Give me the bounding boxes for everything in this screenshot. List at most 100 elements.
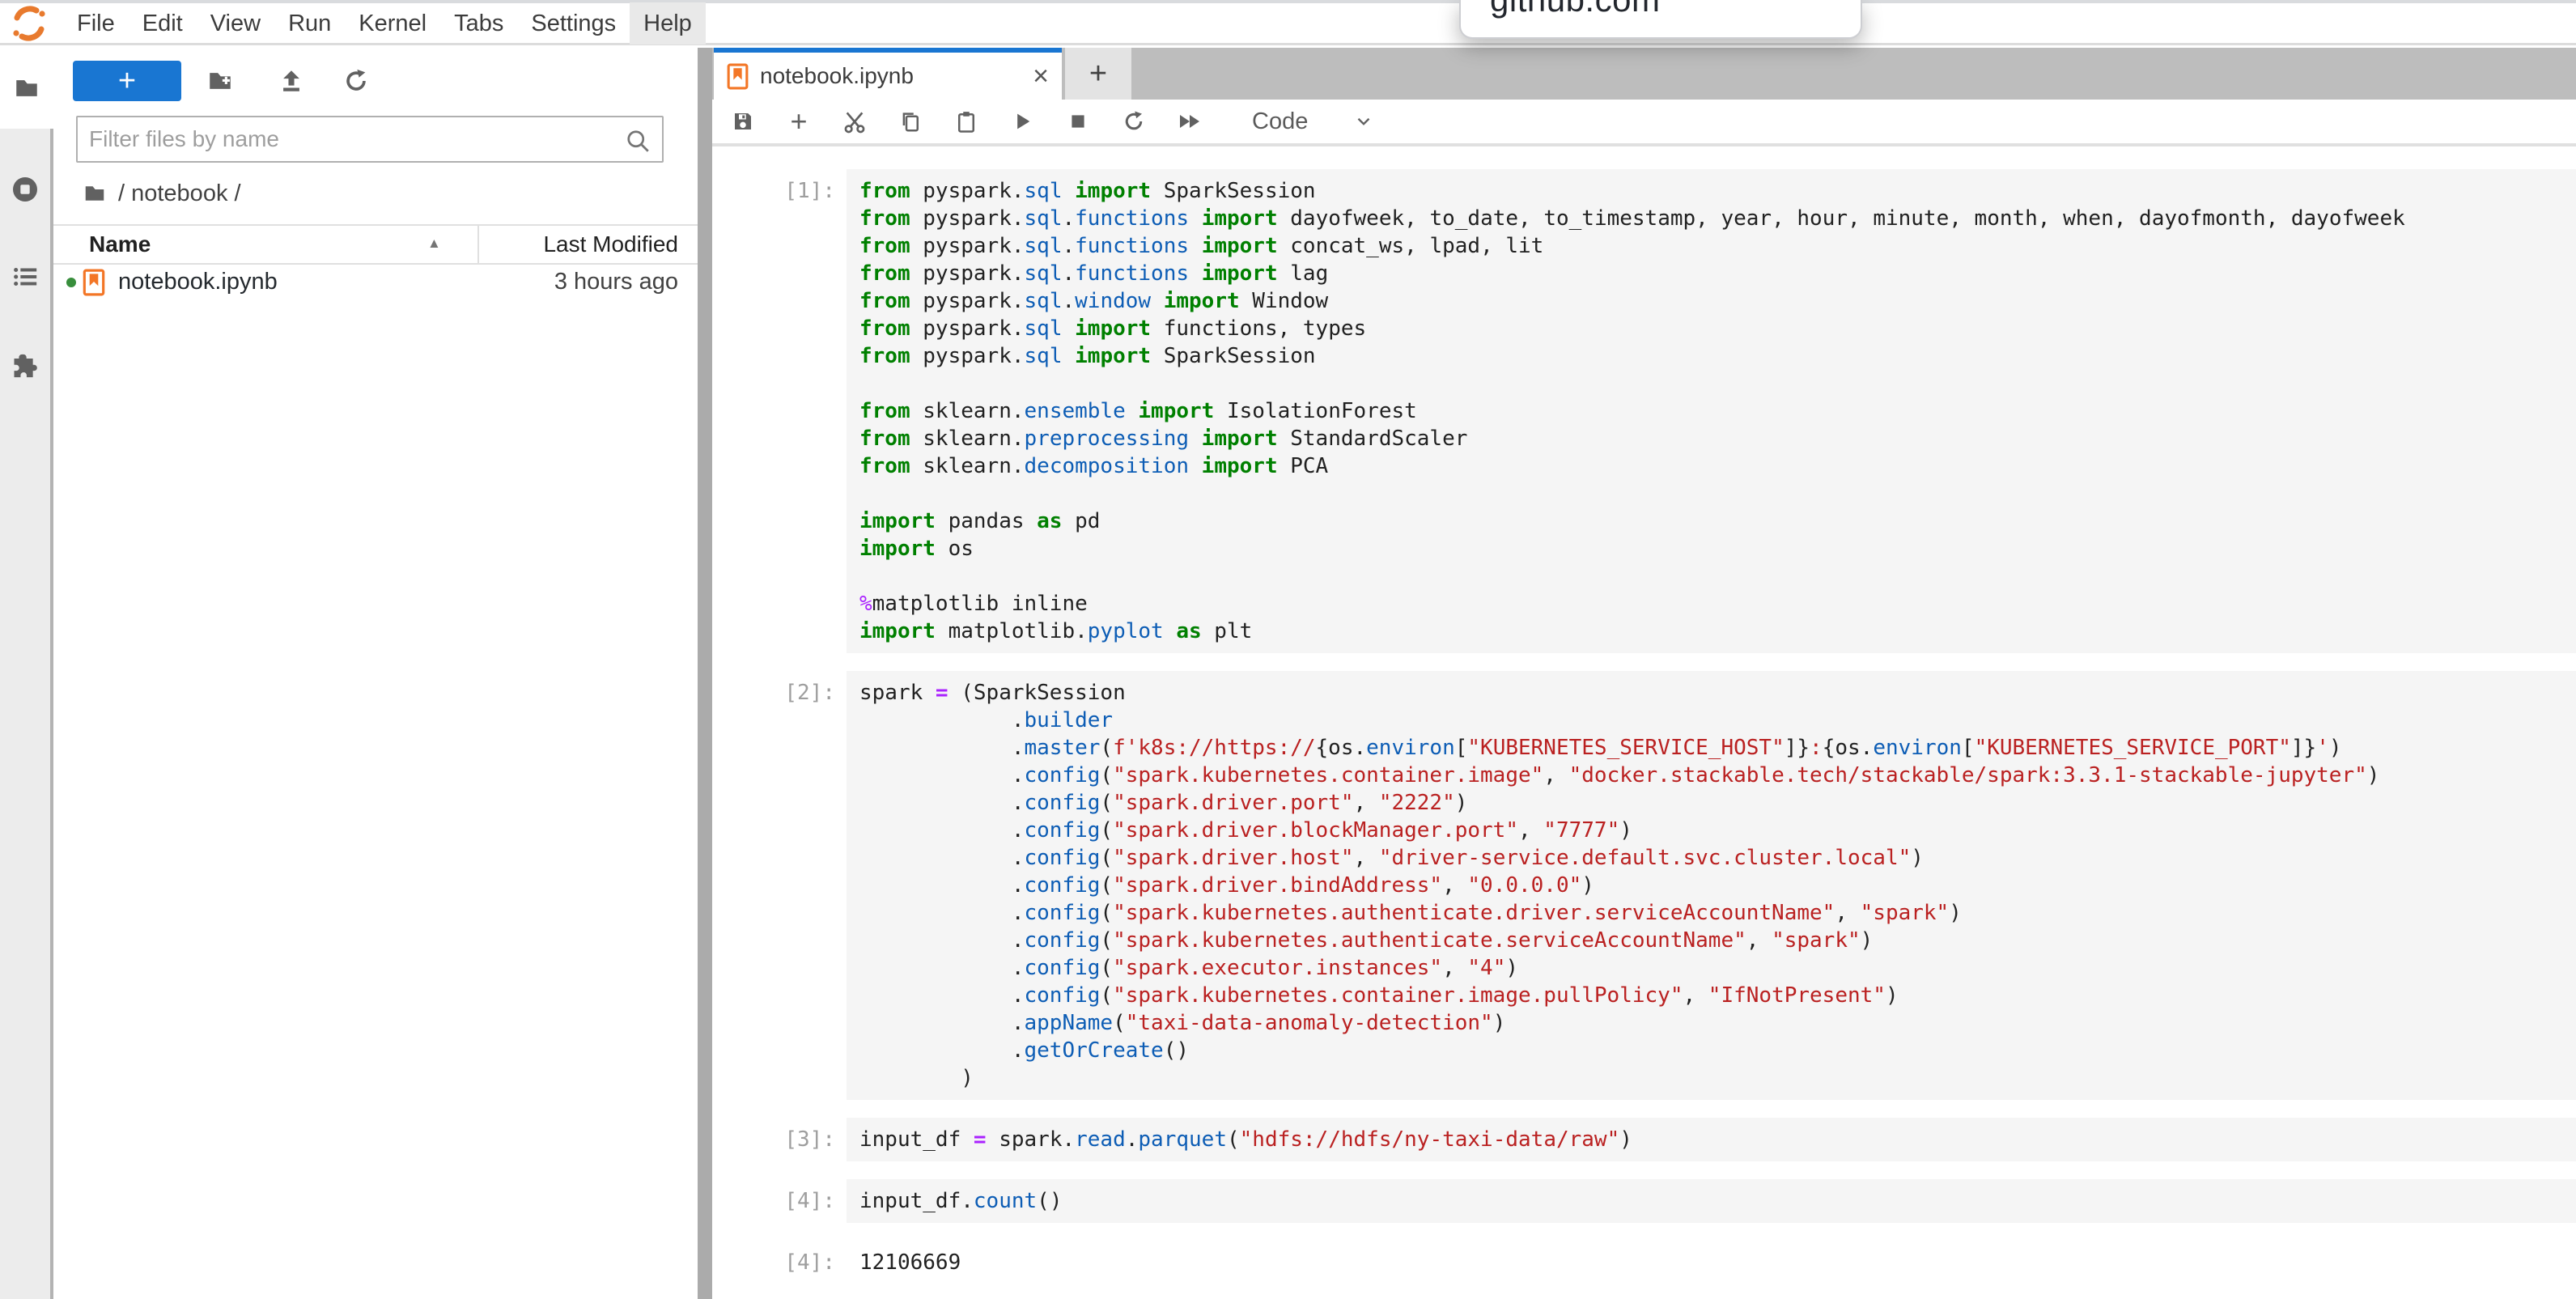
code-line: import matplotlib.pyplot as plt — [859, 618, 2576, 645]
code-line: from pyspark.sql import SparkSession — [859, 177, 2576, 205]
jupyterlab-app: FileEditViewRunKernelTabsSettingsHelp gi… — [0, 0, 2576, 1299]
paste-cells-button[interactable] — [953, 108, 979, 134]
search-icon — [623, 126, 652, 155]
cut-cells-button[interactable] — [842, 108, 868, 134]
code-line: import os — [859, 535, 2576, 562]
paste-icon — [954, 109, 978, 134]
copy-cells-button[interactable] — [898, 108, 923, 134]
menu-edit[interactable]: Edit — [129, 2, 197, 45]
code-line: .config("spark.driver.bindAddress", "0.0… — [859, 872, 2576, 899]
code-line: from pyspark.sql.functions import dayofw… — [859, 205, 2576, 232]
notebook-toolbar: + — [712, 100, 2576, 146]
file-list: notebook.ipynb3 hours ago — [53, 263, 698, 302]
code-cell: [3]:input_df = spark.read.parquet("hdfs:… — [712, 1118, 2576, 1161]
code-line: .config("spark.executor.instances", "4") — [859, 954, 2576, 982]
sort-ascending-icon: ▲ — [427, 236, 441, 252]
file-filter-box — [76, 116, 664, 163]
interrupt-kernel-button[interactable] — [1065, 108, 1091, 134]
code-line: import pandas as pd — [859, 507, 2576, 535]
folder-icon — [13, 74, 40, 102]
copy-icon — [898, 109, 923, 134]
cell-output-text: 12106669 — [847, 1241, 2576, 1284]
column-header-name[interactable]: Name — [89, 231, 151, 257]
breadcrumb-path: / notebook / — [118, 180, 241, 207]
refresh-button[interactable] — [335, 61, 377, 101]
upload-button[interactable] — [270, 61, 312, 101]
run-icon — [1011, 110, 1033, 133]
code-line: .builder — [859, 707, 2576, 734]
code-line: from sklearn.decomposition import PCA — [859, 452, 2576, 480]
run-cell-button[interactable] — [1009, 108, 1035, 134]
menu-bar-items: FileEditViewRunKernelTabsSettingsHelp — [63, 2, 706, 45]
cell-prompt: [4]: — [712, 1179, 838, 1223]
tab-title: notebook.ipynb — [760, 63, 1021, 89]
code-cell: [2]:spark = (SparkSession .builder .mast… — [712, 671, 2576, 1100]
sidebar-item-running-sessions[interactable] — [0, 160, 50, 219]
code-line: .config("spark.driver.port", "2222") — [859, 789, 2576, 817]
notebook-file-icon — [727, 63, 749, 90]
new-tab-button[interactable]: + — [1065, 48, 1131, 100]
cell-editor[interactable]: input_df.count() — [847, 1179, 2576, 1223]
code-line — [859, 480, 2576, 507]
file-filter-input[interactable] — [78, 117, 662, 161]
column-divider — [477, 226, 479, 263]
cell-prompt: [1]: — [712, 169, 838, 653]
new-launcher-button[interactable]: + — [73, 61, 181, 101]
code-line: spark = (SparkSession — [859, 679, 2576, 707]
upload-icon — [278, 67, 305, 95]
restart-icon — [1122, 109, 1146, 134]
panel-splitter[interactable] — [698, 48, 712, 1299]
extensions-icon — [11, 351, 40, 380]
code-line: .master(f'k8s://https://{os.environ["KUB… — [859, 734, 2576, 762]
code-line: .config("spark.kubernetes.authenticate.d… — [859, 899, 2576, 927]
menu-run[interactable]: Run — [274, 2, 345, 45]
notebook-content: [1]:from pyspark.sql import SparkSession… — [712, 146, 2576, 1299]
code-line: .config("spark.kubernetes.container.imag… — [859, 982, 2576, 1009]
restart-kernel-button[interactable] — [1121, 108, 1147, 134]
save-button[interactable] — [730, 108, 756, 134]
cell-prompt: [4]: — [712, 1241, 838, 1284]
sidebar-item-table-of-contents[interactable] — [0, 248, 50, 306]
new-folder-button[interactable] — [199, 61, 241, 101]
cell-editor[interactable]: input_df = spark.read.parquet("hdfs://hd… — [847, 1118, 2576, 1161]
code-cell: [1]:from pyspark.sql import SparkSession… — [712, 169, 2576, 653]
menu-tabs[interactable]: Tabs — [440, 2, 517, 45]
file-list-header: Name ▲ Last Modified — [53, 224, 698, 265]
folder-icon — [83, 181, 107, 206]
cell-editor[interactable]: from pyspark.sql import SparkSessionfrom… — [847, 169, 2576, 653]
cell-prompt: [3]: — [712, 1118, 838, 1161]
breadcrumb[interactable]: / notebook / — [83, 176, 241, 211]
sidebar-item-file-browser[interactable] — [0, 48, 53, 129]
run-all-icon — [1177, 108, 1203, 134]
code-line: from pyspark.sql.functions import lag — [859, 260, 2576, 287]
menu-view[interactable]: View — [197, 2, 274, 45]
code-line: ) — [859, 1064, 2576, 1092]
sidebar-item-extensions[interactable] — [0, 337, 50, 395]
restart-run-all-button[interactable] — [1177, 108, 1203, 134]
cell-type-dropdown[interactable]: Code — [1252, 108, 1374, 135]
menu-help[interactable]: Help — [630, 2, 706, 45]
menu-settings[interactable]: Settings — [517, 2, 630, 45]
menu-kernel[interactable]: Kernel — [345, 2, 440, 45]
add-cell-button[interactable]: + — [786, 108, 812, 134]
code-line: .config("spark.kubernetes.container.imag… — [859, 762, 2576, 789]
file-row[interactable]: notebook.ipynb3 hours ago — [53, 263, 698, 302]
browser-dialog-origin: github.com — [1490, 0, 1660, 19]
refresh-icon — [342, 67, 370, 95]
notebook-file-icon — [83, 269, 105, 296]
save-icon — [731, 109, 755, 134]
code-line: from pyspark.sql.window import Window — [859, 287, 2576, 315]
close-icon[interactable]: × — [1033, 62, 1049, 90]
tab-notebook[interactable]: notebook.ipynb × — [714, 48, 1062, 100]
menu-file[interactable]: File — [63, 2, 129, 45]
plus-icon: + — [118, 64, 136, 99]
tab-bar: notebook.ipynb × + — [712, 48, 2576, 100]
column-header-modified[interactable]: Last Modified — [543, 231, 678, 257]
code-line: .config("spark.kubernetes.authenticate.s… — [859, 927, 2576, 954]
cell-prompt: [2]: — [712, 671, 838, 1100]
browser-dialog: github.com — [1459, 0, 1862, 39]
code-line: .config("spark.driver.host", "driver-ser… — [859, 844, 2576, 872]
cell-editor[interactable]: spark = (SparkSession .builder .master(f… — [847, 671, 2576, 1100]
stackable-logo-icon — [10, 4, 49, 43]
code-line: from pyspark.sql import functions, types — [859, 315, 2576, 342]
